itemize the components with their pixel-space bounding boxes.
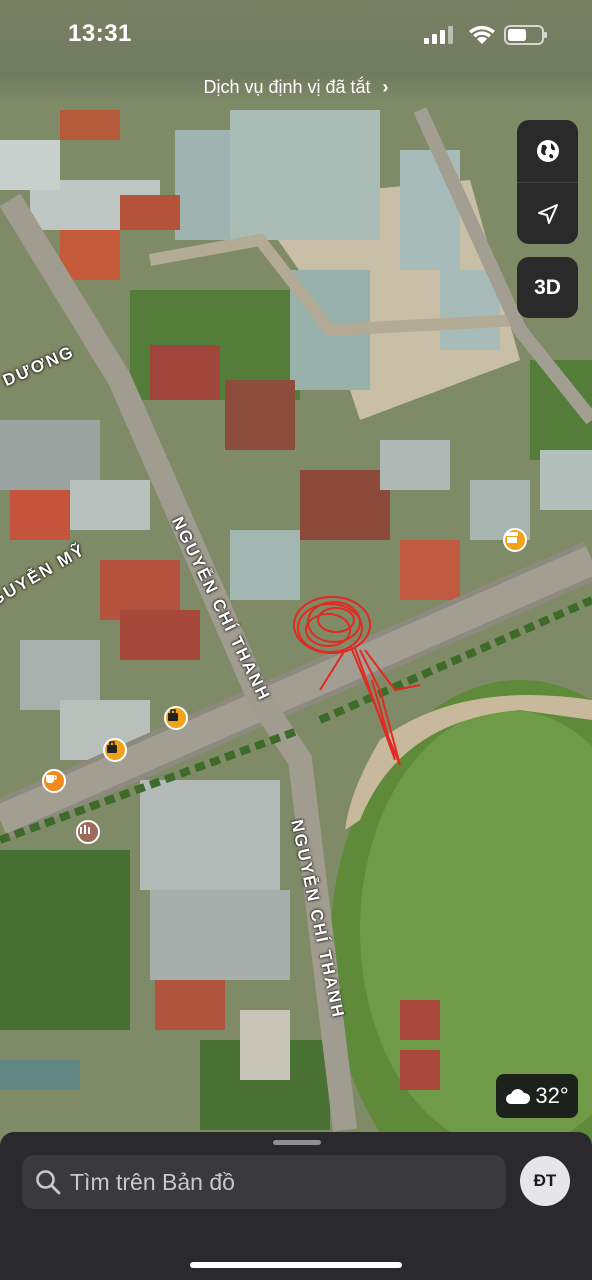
- map-controls: [517, 120, 578, 244]
- location-services-banner[interactable]: Dịch vụ định vị đã tắt ›: [0, 74, 592, 100]
- bottom-sheet[interactable]: Tìm trên Bản đồ ĐT: [0, 1132, 592, 1280]
- weather-temperature: 32°: [535, 1083, 569, 1108]
- weather-chip[interactable]: 32°: [496, 1074, 578, 1118]
- cafe-icon[interactable]: [42, 769, 66, 793]
- landmark-icon[interactable]: [76, 820, 100, 844]
- search-icon: [36, 1170, 61, 1195]
- bag-icon[interactable]: [103, 738, 127, 762]
- current-location-button[interactable]: [517, 183, 578, 244]
- location-services-text: Dịch vụ định vị đã tắt: [203, 76, 371, 97]
- globe-icon: [536, 140, 559, 162]
- 3d-toggle-button[interactable]: 3D: [517, 257, 578, 318]
- signal-icon: [424, 26, 453, 44]
- shop-icon[interactable]: [503, 528, 527, 552]
- wifi-icon: [469, 25, 495, 44]
- cloud-icon: [506, 1089, 531, 1104]
- search-input[interactable]: Tìm trên Bản đồ: [22, 1155, 506, 1209]
- status-time: 13:31: [68, 20, 132, 47]
- avatar[interactable]: ĐT: [520, 1156, 570, 1206]
- home-indicator: [190, 1262, 402, 1268]
- battery-icon: [504, 25, 547, 45]
- status-bar: 13:31: [0, 0, 592, 72]
- map-mode-button[interactable]: [517, 120, 578, 182]
- chevron-right-icon: ›: [382, 76, 389, 97]
- search-placeholder: Tìm trên Bản đồ: [70, 1168, 235, 1195]
- bag-icon[interactable]: [164, 706, 188, 730]
- location-arrow-icon: [537, 204, 558, 224]
- sheet-grabber[interactable]: [273, 1140, 321, 1145]
